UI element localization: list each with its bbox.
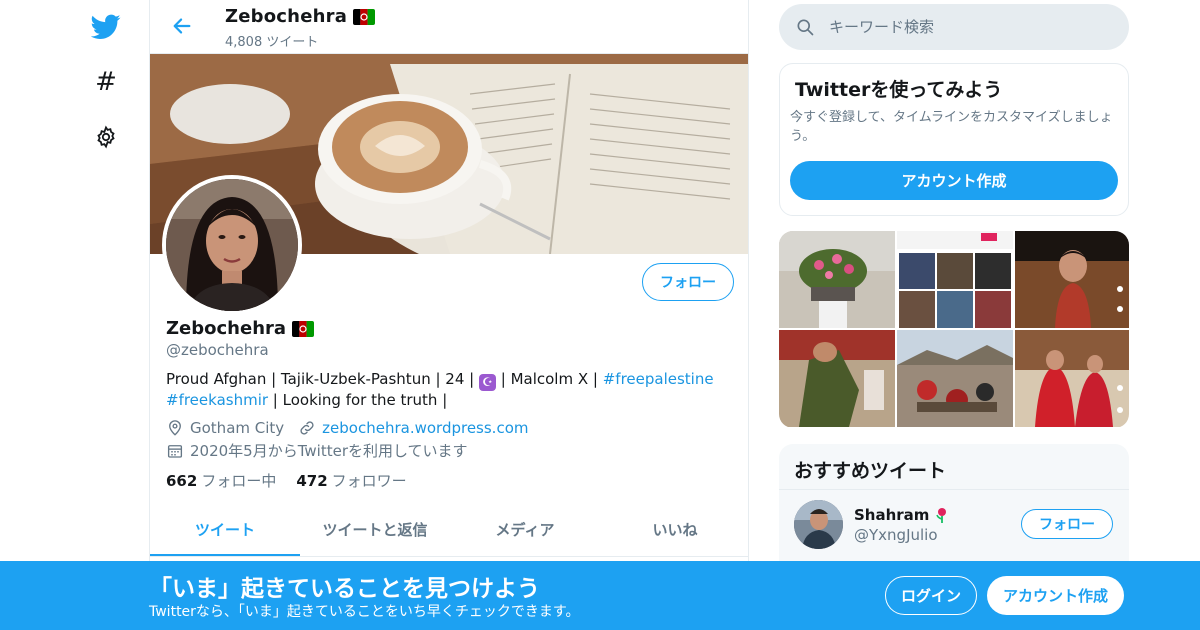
- search-input[interactable]: [829, 18, 1099, 36]
- hashtag-link-freekashmir[interactable]: #freekashmir: [166, 391, 268, 409]
- following-label: フォロー中: [201, 472, 277, 490]
- afghanistan-flag-icon: [353, 8, 376, 25]
- signup-prompt-bar: 「いま」起きていることを見つけよう Twitterなら、「いま」起きていることを…: [0, 561, 1200, 630]
- signup-card-subtitle: 今すぐ登録して、タイムラインをカスタマイズしましょう。: [790, 110, 1113, 144]
- settings-link[interactable]: [86, 117, 126, 157]
- media-thumbnail[interactable]: [897, 330, 1013, 427]
- recommended-user-avatar[interactable]: [794, 500, 843, 549]
- media-thumbnail[interactable]: [779, 330, 895, 427]
- twitter-bird-icon: [91, 14, 121, 39]
- recommended-title: おすすめツイート: [794, 460, 947, 482]
- tweet-count: 4,808 ツイート: [225, 35, 319, 50]
- followers-link[interactable]: 472 フォロワー: [296, 470, 406, 491]
- divider: [779, 489, 1129, 490]
- profile-tabs: ツイート ツイートと返信 メディア いいね: [150, 503, 748, 557]
- header-name: Zebochehra: [225, 6, 376, 27]
- search-box[interactable]: [779, 4, 1129, 50]
- tab-media[interactable]: メディア: [450, 503, 600, 556]
- signup-button[interactable]: アカウント作成: [987, 576, 1124, 615]
- login-button[interactable]: ログイン: [885, 576, 977, 615]
- profile-display-name: Zebochehra: [166, 318, 287, 339]
- followers-count: 472: [296, 472, 328, 490]
- calendar-icon: [167, 444, 183, 458]
- bio-text-3: | Looking for the truth |: [268, 391, 448, 409]
- signup-card: Twitterを使ってみよう 今すぐ登録して、タイムラインをカスタマイズしましょ…: [779, 63, 1129, 216]
- gear-icon: [97, 125, 115, 149]
- profile-avatar[interactable]: [162, 175, 302, 315]
- profile-name: Zebochehra: [166, 318, 315, 339]
- twitter-profile-page: # Zebochehra 4,808 ツイート フォロー Zebochehra …: [0, 0, 1200, 630]
- recommended-user-handle: @YxngJulio: [854, 526, 938, 544]
- profile-column: Zebochehra 4,808 ツイート フォロー Zebochehra @z…: [149, 0, 749, 630]
- media-thumbnail[interactable]: [1015, 330, 1129, 427]
- prompt-subtitle: Twitterなら、「いま」起きていることをいち早くチェックできます。: [149, 604, 580, 620]
- twitter-home-link[interactable]: [86, 7, 126, 47]
- create-account-button[interactable]: アカウント作成: [790, 161, 1118, 200]
- left-nav-rail: #: [80, 0, 132, 630]
- explore-link[interactable]: #: [86, 62, 126, 102]
- profile-website-link[interactable]: zebochehra.wordpress.com: [322, 419, 528, 437]
- header-display-name: Zebochehra: [225, 6, 348, 27]
- bio-text-1: Proud Afghan | Tajik-Uzbek-Pashtun | 24 …: [166, 370, 479, 388]
- hashtag-icon: #: [95, 67, 117, 97]
- profile-bio: Proud Afghan | Tajik-Uzbek-Pashtun | 24 …: [166, 370, 726, 410]
- tab-likes[interactable]: いいね: [600, 503, 748, 556]
- signup-card-title: Twitterを使ってみよう: [795, 79, 1003, 101]
- back-button[interactable]: [168, 12, 196, 40]
- profile-joined-row: 2020年5月からTwitterを利用しています: [166, 440, 468, 461]
- star-and-crescent-icon: ☪: [478, 374, 496, 391]
- media-thumbnail[interactable]: [1015, 231, 1129, 328]
- profile-stats: 662 フォロー中 472 フォロワー: [166, 470, 407, 491]
- tab-tweets[interactable]: ツイート: [150, 503, 300, 556]
- following-link[interactable]: 662 フォロー中: [166, 470, 276, 491]
- recommended-follow-button[interactable]: フォロー: [1021, 509, 1113, 539]
- tab-tweets-and-replies[interactable]: ツイートと返信: [300, 503, 450, 556]
- profile-header-bar: Zebochehra 4,808 ツイート: [150, 0, 748, 54]
- profile-meta-row: Gotham City zebochehra.wordpress.com: [166, 419, 528, 437]
- link-icon: [300, 421, 314, 435]
- media-thumbnail[interactable]: [897, 231, 1013, 328]
- search-icon: [797, 19, 814, 36]
- prompt-title: 「いま」起きていることを見つけよう: [149, 576, 540, 602]
- media-thumbnail[interactable]: [779, 231, 895, 328]
- following-count: 662: [166, 472, 198, 490]
- profile-location: Gotham City: [190, 419, 285, 437]
- arrow-left-icon: [173, 18, 191, 34]
- recommended-user-name: Shahram: [854, 506, 949, 524]
- bio-text-2: | Malcolm X |: [495, 370, 603, 388]
- hashtag-link-freepalestine[interactable]: #freepalestine: [603, 370, 714, 388]
- profile-joined-date: 2020年5月からTwitterを利用しています: [190, 442, 468, 460]
- media-grid: [779, 231, 1129, 428]
- afghanistan-flag-icon: [292, 320, 315, 337]
- rose-icon: [936, 508, 947, 523]
- recommended-user-display-name: Shahram: [854, 506, 930, 524]
- location-pin-icon: [169, 420, 181, 436]
- followers-label: フォロワー: [331, 472, 407, 490]
- follow-button[interactable]: フォロー: [642, 263, 734, 301]
- profile-handle: @zebochehra: [166, 341, 269, 359]
